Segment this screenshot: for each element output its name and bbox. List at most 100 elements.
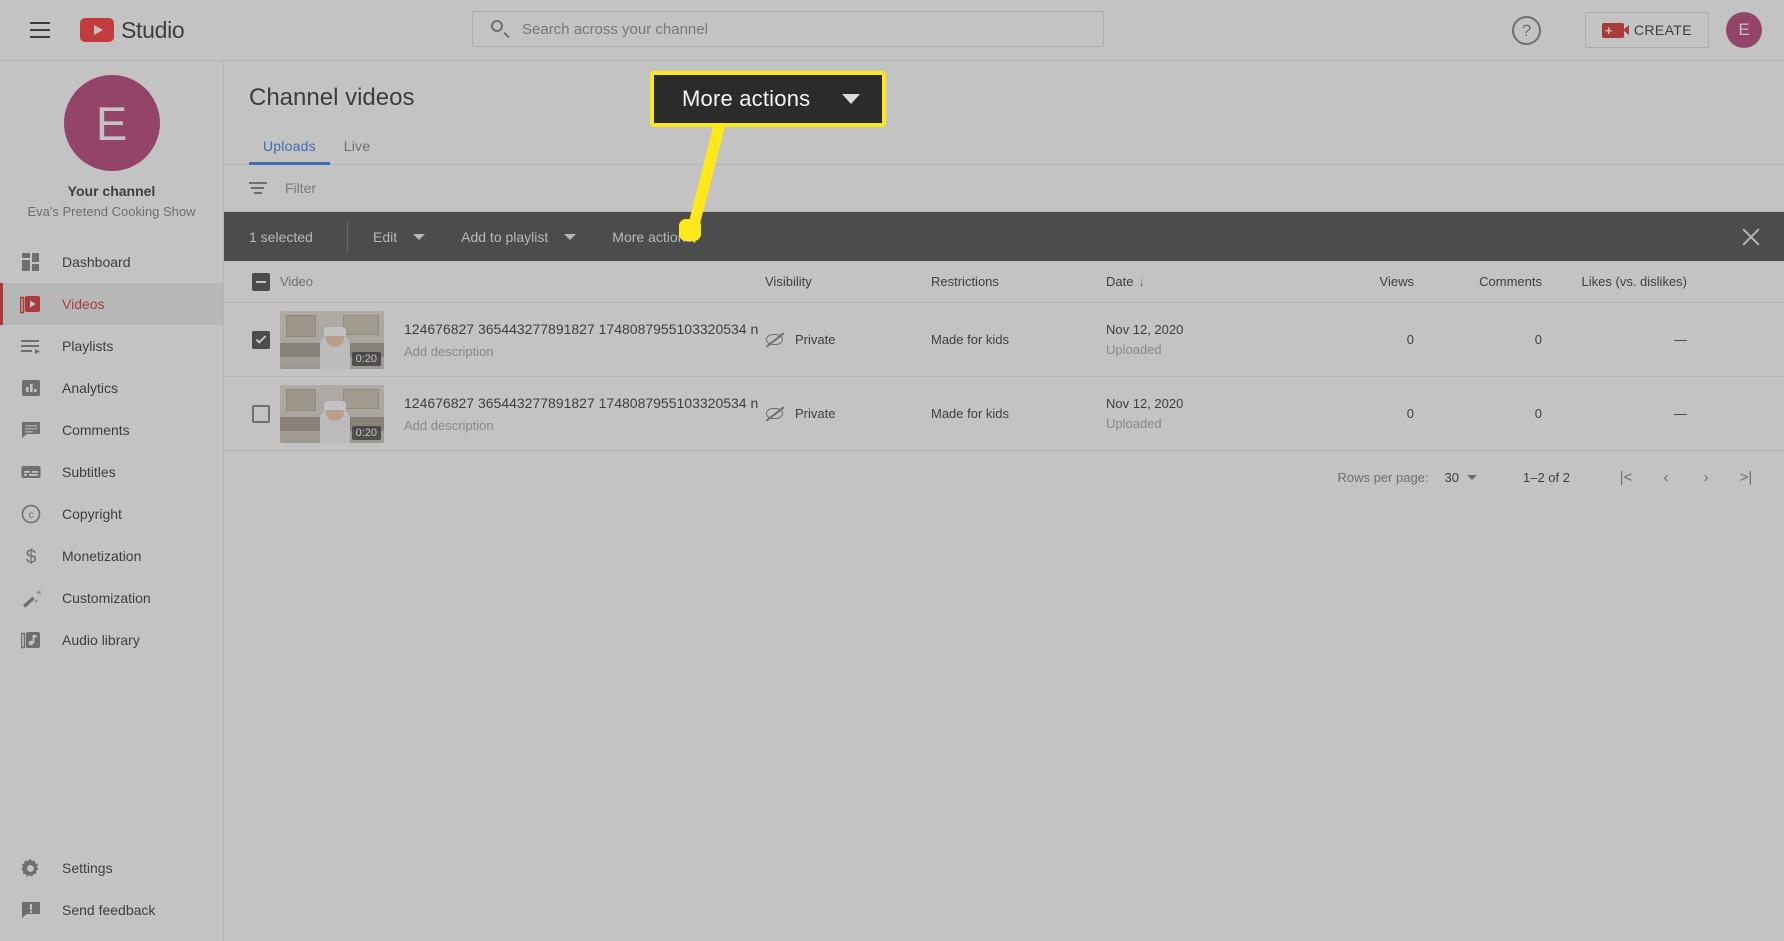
filter-input[interactable]: Filter	[285, 180, 316, 196]
sidebar-item-audio-library[interactable]: Audio library	[0, 619, 223, 661]
sidebar-item-label: Copyright	[62, 506, 122, 522]
row-checkbox[interactable]	[252, 404, 270, 423]
search-icon	[490, 19, 510, 39]
column-header-likes[interactable]: Likes (vs. dislikes)	[1542, 274, 1708, 289]
sidebar-item-copyright[interactable]: c Copyright	[0, 493, 223, 535]
playlist-icon	[19, 335, 42, 358]
toolbar-divider	[347, 221, 348, 252]
sidebar-item-label: Videos	[62, 296, 105, 312]
date-cell: Nov 12, 2020 Uploaded	[1106, 322, 1286, 357]
next-page-button[interactable]: ›	[1686, 457, 1726, 497]
pagination-bar: Rows per page: 30 1–2 of 2 |< ‹ › >|	[224, 451, 1784, 503]
avatar[interactable]: E	[1726, 12, 1762, 48]
chevron-down-icon	[413, 233, 426, 240]
edit-label: Edit	[373, 228, 398, 245]
channel-block: E Your channel Eva's Pretend Cooking Sho…	[0, 61, 223, 219]
eye-off-icon	[765, 405, 785, 421]
sidebar-item-label: Settings	[62, 860, 113, 876]
video-description[interactable]: Add description	[404, 418, 758, 433]
column-header-visibility[interactable]: Visibility	[765, 274, 931, 289]
feedback-icon	[19, 899, 42, 922]
video-info: 124676827 365443277891827 17480879551033…	[404, 394, 758, 433]
main-content: Channel videos Uploads Live Filter 1 sel…	[224, 61, 1784, 941]
sidebar-item-label: Audio library	[62, 632, 140, 648]
table-row[interactable]: 0:20 124676827 365443277891827 174808795…	[224, 377, 1784, 451]
sidebar-item-analytics[interactable]: Analytics	[0, 367, 223, 409]
gear-icon	[19, 857, 42, 880]
sidebar-item-playlists[interactable]: Playlists	[0, 325, 223, 367]
video-play-icon	[19, 293, 42, 316]
rows-per-page-value[interactable]: 30	[1445, 470, 1459, 485]
first-page-button[interactable]: |<	[1606, 457, 1646, 497]
sidebar-item-label: Comments	[62, 422, 130, 438]
select-all-checkbox[interactable]	[252, 272, 270, 291]
edit-button[interactable]: Edit	[373, 228, 426, 245]
studio-logo[interactable]: Studio	[80, 17, 185, 44]
sidebar-item-monetization[interactable]: $ Monetization	[0, 535, 223, 577]
pagination-range: 1–2 of 2	[1523, 469, 1570, 485]
callout-target-dot	[679, 219, 701, 241]
sidebar-item-label: Customization	[62, 590, 151, 606]
analytics-bar-icon	[19, 377, 42, 400]
visibility-cell: Private	[765, 331, 931, 347]
video-thumbnail[interactable]: 0:20	[280, 310, 384, 369]
table-header: Video Visibility Restrictions Date ↓ View…	[224, 261, 1784, 303]
visibility-label: Private	[795, 406, 836, 421]
add-to-playlist-button[interactable]: Add to playlist	[461, 229, 577, 245]
svg-text:✳: ✳	[36, 589, 41, 597]
dollar-sign-icon: $	[19, 545, 42, 568]
sidebar-item-label: Analytics	[62, 380, 119, 396]
channel-name: Eva's Pretend Cooking Show	[27, 204, 196, 219]
close-icon[interactable]	[1740, 226, 1762, 248]
sidebar-item-subtitles[interactable]: Subtitles	[0, 451, 223, 493]
svg-text:$: $	[25, 547, 36, 566]
search-bar[interactable]	[472, 11, 1104, 47]
filter-icon[interactable]	[249, 182, 267, 194]
comment-bubble-icon	[19, 419, 42, 442]
video-description[interactable]: Add description	[404, 344, 758, 359]
prev-page-button[interactable]: ‹	[1646, 457, 1686, 497]
chevron-down-icon	[564, 233, 577, 240]
row-checkbox-cell	[224, 404, 280, 423]
table-row[interactable]: 0:20 124676827 365443277891827 174808795…	[224, 303, 1784, 377]
tab-uploads[interactable]: Uploads	[249, 126, 330, 165]
likes-cell: —	[1674, 332, 1687, 347]
help-circle-icon[interactable]: ?	[1512, 16, 1541, 45]
last-page-button[interactable]: >|	[1726, 457, 1766, 497]
search-input[interactable]	[522, 20, 1042, 38]
video-info: 124676827 365443277891827 17480879551033…	[404, 320, 758, 359]
music-note-icon	[19, 629, 42, 652]
sidebar-item-customization[interactable]: ✳ ✳ Customization	[0, 577, 223, 619]
hamburger-icon[interactable]	[22, 12, 58, 48]
restrictions-cell: Made for kids	[931, 332, 1010, 347]
sidebar-item-comments[interactable]: Comments	[0, 409, 223, 451]
comments-cell: 0	[1534, 406, 1542, 421]
sidebar-item-label: Monetization	[62, 548, 142, 564]
column-header-views[interactable]: Views	[1286, 274, 1414, 289]
column-header-date[interactable]: Date ↓	[1106, 274, 1286, 289]
views-cell: 0	[1406, 406, 1414, 421]
video-camera-plus-icon: +	[1601, 22, 1629, 38]
row-checkbox[interactable]	[252, 330, 270, 349]
video-title[interactable]: 124676827 365443277891827 17480879551033…	[404, 394, 758, 413]
views-cell: 0	[1406, 332, 1414, 347]
sidebar-item-send-feedback[interactable]: Send feedback	[0, 889, 223, 931]
page-title: Channel videos	[249, 84, 415, 111]
rows-per-page-label: Rows per page:	[1337, 469, 1429, 485]
tab-live[interactable]: Live	[330, 126, 384, 165]
likes-cell: —	[1674, 406, 1687, 421]
video-title[interactable]: 124676827 365443277891827 17480879551033…	[404, 320, 758, 339]
video-thumbnail[interactable]: 0:20	[280, 384, 384, 443]
sidebar-item-settings[interactable]: Settings	[0, 847, 223, 889]
sidebar-item-dashboard[interactable]: Dashboard	[0, 241, 223, 283]
sidebar-item-videos[interactable]: Videos	[0, 283, 223, 325]
create-button-label: CREATE	[1633, 22, 1692, 38]
chevron-down-icon[interactable]	[1467, 474, 1477, 480]
create-button[interactable]: + CREATE	[1584, 12, 1709, 48]
column-header-restrictions[interactable]: Restrictions	[931, 274, 1106, 289]
column-header-video[interactable]: Video	[280, 274, 765, 289]
video-cell: 0:20 124676827 365443277891827 174808795…	[280, 384, 765, 443]
visibility-label: Private	[795, 332, 836, 347]
video-cell: 0:20 124676827 365443277891827 174808795…	[280, 310, 765, 369]
column-header-comments[interactable]: Comments	[1414, 274, 1542, 289]
